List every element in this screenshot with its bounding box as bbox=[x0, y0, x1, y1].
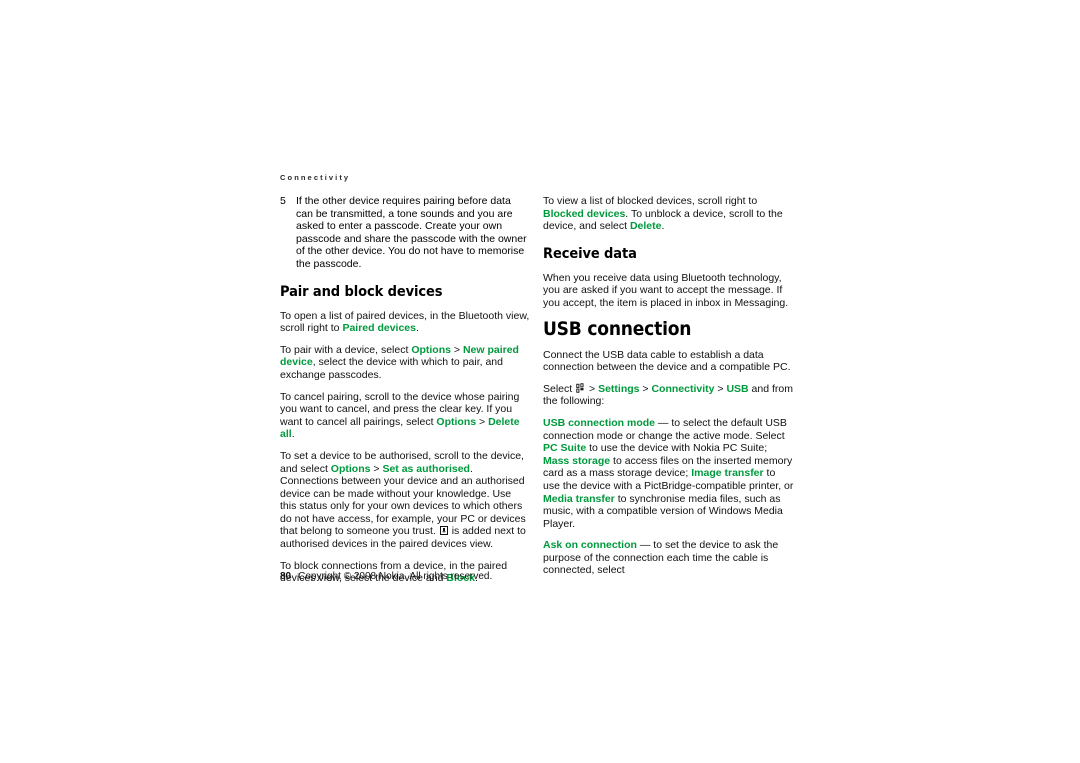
step-number: 5 bbox=[280, 195, 286, 207]
paragraph-blocked-devices: To view a list of blocked devices, scrol… bbox=[543, 195, 795, 233]
menu-separator: > bbox=[450, 343, 463, 356]
text-fragment: , select the device with which to pair, … bbox=[280, 356, 503, 381]
authorised-device-icon bbox=[439, 526, 448, 536]
ui-term-mass-storage: Mass storage bbox=[543, 454, 611, 467]
menu-separator: > bbox=[586, 382, 599, 395]
ui-term-paired-devices: Paired devices bbox=[342, 322, 416, 335]
ui-term-options: Options bbox=[411, 343, 451, 356]
left-column: 5 If the other device requires pairing b… bbox=[280, 195, 530, 585]
heading-receive-data: Receive data bbox=[543, 245, 637, 262]
text-fragment: . bbox=[291, 428, 295, 441]
ui-term-settings: Settings bbox=[598, 382, 640, 395]
step-text: If the other device requires pairing bef… bbox=[296, 195, 527, 270]
copyright-text: Copyright © 2008 Nokia. All rights reser… bbox=[298, 571, 493, 582]
ui-term-usb-connection-mode: USB connection mode bbox=[543, 416, 656, 429]
ui-term-usb: USB bbox=[726, 382, 749, 395]
text-fragment: . bbox=[661, 220, 665, 233]
menu-separator: > bbox=[370, 462, 383, 475]
menu-separator: > bbox=[476, 415, 489, 428]
menu-separator: > bbox=[639, 382, 652, 395]
menu-key-icon bbox=[576, 383, 585, 393]
ui-term-options: Options bbox=[330, 462, 371, 475]
ui-term-options: Options bbox=[436, 415, 477, 428]
text-fragment: . bbox=[415, 322, 419, 335]
ui-term-set-as-authorised: Set as authorised bbox=[382, 462, 470, 475]
document-page: Connectivity 5 If the other device requi… bbox=[0, 0, 1080, 763]
ui-term-image-transfer: Image transfer bbox=[691, 467, 764, 480]
text-fragment: To view a list of blocked devices, scrol… bbox=[543, 195, 758, 207]
paragraph-ask-on-connection: Ask on connection — to set the device to… bbox=[543, 539, 795, 577]
ui-term-blocked-devices: Blocked devices bbox=[543, 207, 626, 220]
ui-term-ask-on-connection: Ask on connection bbox=[543, 539, 637, 552]
text-fragment: Select bbox=[543, 382, 576, 395]
text-fragment: To pair with a device, select bbox=[280, 343, 412, 356]
heading-pair-and-block-devices: Pair and block devices bbox=[280, 283, 443, 300]
paragraph-open-paired-list: To open a list of paired devices, in the… bbox=[280, 310, 530, 335]
paragraph-usb-connection-mode: USB connection mode — to select the defa… bbox=[543, 417, 795, 530]
page-number: 80 bbox=[280, 571, 292, 582]
paragraph-usb-menu-path: Select > Settings > Connectivity > USB a… bbox=[543, 383, 795, 408]
menu-separator: > bbox=[714, 382, 727, 395]
ui-term-connectivity: Connectivity bbox=[651, 382, 715, 395]
running-head: Connectivity bbox=[280, 173, 351, 182]
ui-term-media-transfer: Media transfer bbox=[543, 492, 615, 505]
paragraph-pair-with-device: To pair with a device, select Options > … bbox=[280, 344, 530, 382]
right-column: To view a list of blocked devices, scrol… bbox=[543, 195, 795, 577]
paragraph-receive-data: When you receive data using Bluetooth te… bbox=[543, 271, 789, 309]
paragraph-usb-cable: Connect the USB data cable to establish … bbox=[543, 348, 791, 374]
paragraph-cancel-pairing: To cancel pairing, scroll to the device … bbox=[280, 391, 530, 441]
numbered-step: 5 If the other device requires pairing b… bbox=[280, 195, 530, 271]
ui-term-pc-suite: PC Suite bbox=[543, 442, 587, 455]
heading-usb-connection: USB connection bbox=[543, 317, 692, 340]
paragraph-set-as-authorised: To set a device to be authorised, scroll… bbox=[280, 450, 530, 551]
text-fragment: to use the device with Nokia PC Suite; bbox=[586, 442, 768, 455]
ui-term-delete: Delete bbox=[629, 220, 662, 233]
page-footer: 80 Copyright © 2008 Nokia. All rights res… bbox=[280, 571, 492, 583]
